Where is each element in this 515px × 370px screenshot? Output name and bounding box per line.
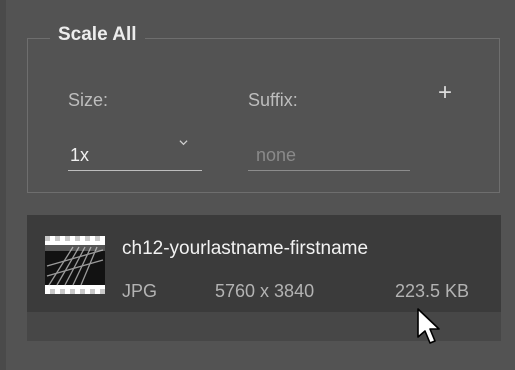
asset-row[interactable]: ch12-yourlastname-firstname JPG 5760 x 3… [27, 215, 501, 312]
size-value: 1x [70, 145, 90, 165]
chevron-down-icon [179, 140, 188, 146]
asset-name: ch12-yourlastname-firstname [122, 238, 369, 259]
asset-list: ch12-yourlastname-firstname JPG 5760 x 3… [27, 215, 501, 341]
asset-type: JPG [122, 281, 158, 301]
asset-file-size: 223.5 KB [395, 281, 470, 301]
asset-dimensions: 5760 x 3840 [215, 281, 315, 301]
suffix-field[interactable] [248, 140, 414, 171]
scale-all-title: Scale All [50, 22, 145, 48]
suffix-label: Suffix: [248, 90, 298, 110]
size-label: Size: [68, 90, 109, 110]
add-scale-button[interactable]: + [432, 80, 458, 106]
plus-icon: + [437, 79, 452, 106]
image-thumbnail [45, 236, 105, 294]
size-dropdown[interactable]: 1x [68, 140, 202, 171]
suffix-input[interactable] [248, 142, 414, 168]
